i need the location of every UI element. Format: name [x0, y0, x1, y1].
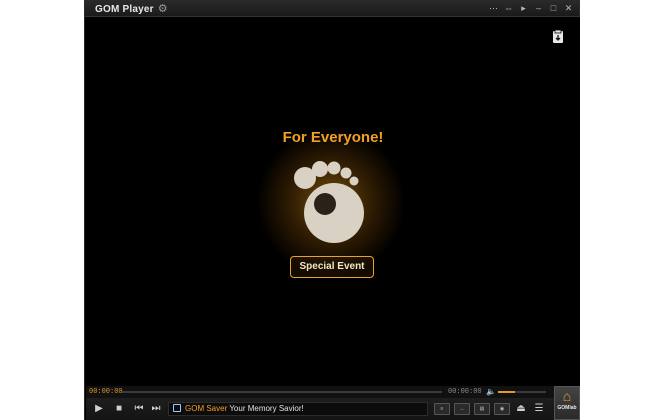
app-title: GOM Player ⚙ — [95, 2, 168, 15]
control-panel-icon[interactable]: ↔ — [454, 403, 470, 415]
capture-icon[interactable]: ◉ — [494, 403, 510, 415]
promo-headline: For Everyone! — [282, 129, 384, 146]
maximize-icon[interactable]: □ — [549, 1, 558, 15]
player-window: GOM Player ⚙ ⋯ ⇔ ▸ – □ ✕ For Everyone! S… — [84, 0, 580, 420]
title-bar[interactable]: GOM Player ⚙ ⋯ ⇔ ▸ – □ ✕ — [85, 0, 579, 17]
volume-fill — [498, 391, 515, 393]
ticker-banner[interactable]: GOM Saver Your Memory Savior! — [168, 402, 428, 416]
app-title-text: GOM Player — [95, 4, 154, 15]
window-controls: ⋯ ⇔ ▸ – □ ✕ — [489, 1, 573, 15]
current-time: 00:00:00 — [89, 388, 123, 396]
gom-paw-logo-icon — [294, 161, 364, 243]
speaker-icon[interactable]: 🔈 — [486, 386, 496, 398]
subtitle-icon[interactable]: ▤ — [474, 403, 490, 415]
minimize-icon[interactable]: – — [534, 1, 543, 15]
ticker-text: Your Memory Savior! — [229, 404, 304, 413]
special-event-button[interactable]: Special Event — [290, 256, 374, 278]
previous-icon[interactable]: ⏮ — [132, 402, 146, 416]
volume-slider[interactable] — [498, 391, 546, 393]
compact-mode-icon[interactable]: ⇔ — [504, 1, 513, 15]
ticker-brand: GOM Saver — [185, 404, 228, 413]
menu-icon[interactable]: ☰ — [532, 402, 546, 416]
home-icon: ⌂ — [562, 388, 572, 404]
seek-row: 00:00:00 00:00:00 🔈 — [86, 386, 580, 398]
total-time: 00:00:00 — [448, 388, 482, 396]
gomlab-label: GOMlab — [557, 405, 577, 411]
playlist-icon[interactable]: ≡ — [434, 403, 450, 415]
close-icon[interactable]: ✕ — [564, 1, 573, 15]
play-icon[interactable]: ▶ — [92, 402, 106, 416]
gom-saver-icon — [173, 404, 181, 412]
pin-icon[interactable]: ⋯ — [489, 1, 498, 15]
gear-icon[interactable]: ⚙ — [158, 3, 168, 15]
stop-icon[interactable]: ■ — [112, 402, 126, 416]
play-mini-icon[interactable]: ▸ — [519, 1, 528, 15]
gomlab-button[interactable]: ⌂ GOMlab — [554, 386, 580, 420]
store-icon[interactable] — [550, 29, 566, 45]
control-bar: ▶ ■ ⏮ ⏭ GOM Saver Your Memory Savior! ≡ … — [86, 386, 580, 420]
video-area[interactable]: For Everyone! Special Event — [86, 17, 580, 386]
next-icon[interactable]: ⏭ — [149, 402, 163, 416]
eject-icon[interactable]: ⏏ — [514, 402, 528, 416]
seek-bar[interactable] — [122, 391, 442, 393]
